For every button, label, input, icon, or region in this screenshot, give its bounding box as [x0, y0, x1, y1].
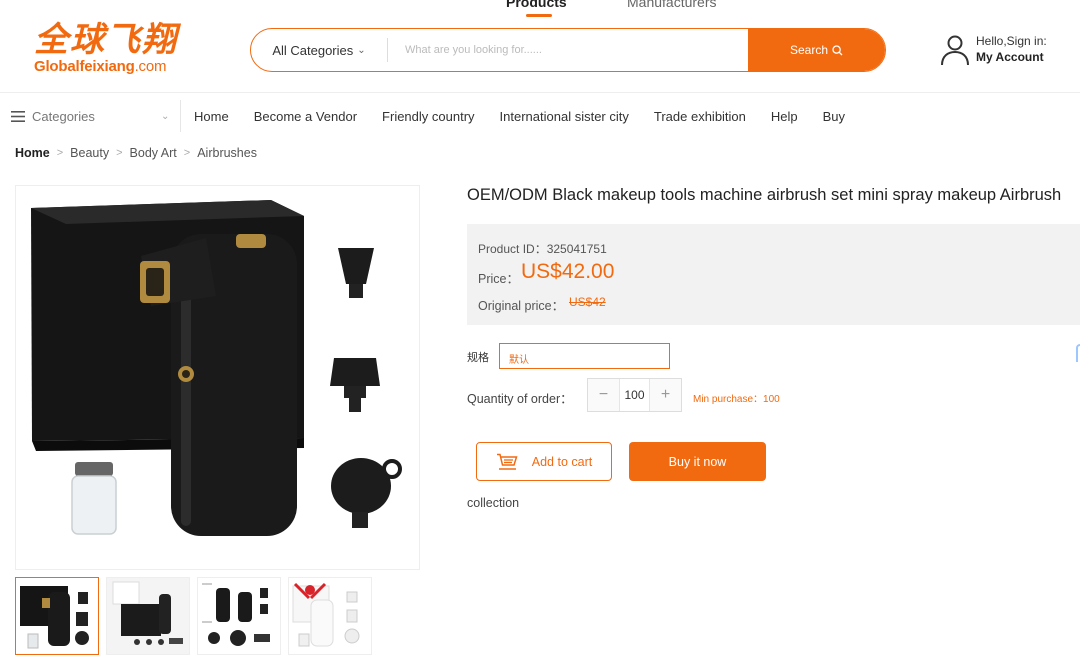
tab-products-label: Products — [506, 0, 567, 10]
search-bar: All Categories ⌄ Search — [250, 28, 886, 72]
search-category-label: All Categories — [272, 42, 354, 58]
buy-now-button[interactable]: Buy it now — [629, 442, 766, 481]
min-purchase-note: Min purchase：100 — [693, 394, 780, 405]
nav-separator — [180, 100, 181, 132]
tab-manufacturers-label: Manufacturers — [627, 0, 717, 10]
buy-now-label: Buy it now — [668, 454, 727, 469]
spec-label: 规格 — [467, 352, 489, 364]
price-value: US$42.00 — [521, 260, 615, 283]
site-logo[interactable]: 全球飞翔 Globalfeixiang.com — [34, 22, 184, 78]
search-button-label: Search — [789, 43, 829, 57]
thumbnail-2-image — [107, 578, 189, 654]
active-tab-indicator — [526, 14, 552, 17]
nav-link-help[interactable]: Help — [771, 109, 798, 124]
account-text: Hello,Sign in: My Account — [976, 34, 1047, 65]
logo-english: Globalfeixiang.com — [34, 59, 184, 75]
original-price-label: Original price： — [478, 299, 565, 313]
chevron-down-icon: ⌄ — [161, 110, 170, 122]
thumbnail-1[interactable] — [15, 577, 99, 655]
logo-chinese: 全球飞翔 — [34, 20, 178, 60]
header-divider — [0, 92, 1080, 93]
top-tabs: Products Manufacturers — [0, 0, 1080, 17]
thumbnail-3-image — [198, 578, 280, 654]
categories-label: Categories — [32, 108, 95, 124]
collection-link[interactable]: collection — [467, 496, 519, 510]
categories-menu[interactable]: Categories ⌄ — [11, 100, 181, 132]
nav-link-buy[interactable]: Buy — [823, 109, 845, 124]
original-price-value: US$42 — [569, 295, 606, 309]
add-to-cart-button[interactable]: Add to cart — [476, 442, 612, 481]
nav-link-sister-city[interactable]: International sister city — [500, 109, 629, 124]
side-widget-edge — [1076, 344, 1080, 362]
quantity-stepper: − + — [587, 378, 682, 412]
nav-link-become-vendor[interactable]: Become a Vendor — [254, 109, 357, 124]
add-to-cart-label: Add to cart — [531, 454, 593, 469]
thumbnail-4-image — [289, 578, 371, 654]
user-icon — [941, 35, 969, 66]
account-greeting: Hello,Sign in: — [976, 34, 1047, 48]
tab-products[interactable]: Products — [506, 0, 567, 17]
chevron-down-icon: ⌄ — [357, 44, 366, 56]
breadcrumb-separator-icon: > — [56, 147, 64, 159]
thumbnail-4[interactable] — [288, 577, 372, 655]
breadcrumb: Home > Beauty > Body Art > Airbrushes — [15, 146, 257, 160]
product-title: OEM/ODM Black makeup tools machine airbr… — [467, 186, 1062, 204]
quantity-label: Quantity of order： — [467, 392, 573, 406]
nav-link-friendly-country[interactable]: Friendly country — [382, 109, 474, 124]
thumbnail-2[interactable] — [106, 577, 190, 655]
search-input[interactable] — [388, 29, 748, 71]
logo-english-domain: .com — [134, 58, 167, 75]
search-button[interactable]: Search — [748, 29, 885, 71]
product-main-image[interactable] — [15, 185, 420, 570]
breadcrumb-separator-icon: > — [116, 147, 123, 159]
tab-manufacturers[interactable]: Manufacturers — [627, 0, 716, 10]
nav-links: Home Become a Vendor Friendly country In… — [194, 100, 870, 132]
breadcrumb-body-art[interactable]: Body Art — [130, 146, 177, 160]
cart-icon — [496, 453, 518, 470]
nav-link-trade-exhibition[interactable]: Trade exhibition — [654, 109, 746, 124]
airbrush-set-illustration — [31, 200, 402, 536]
breadcrumb-beauty[interactable]: Beauty — [70, 146, 109, 160]
menu-icon — [11, 110, 25, 122]
logo-english-main: Globalfeixiang — [34, 58, 135, 75]
price-panel: Product ID：325041751 Price： US$42.00 Ori… — [467, 224, 1080, 325]
thumbnail-strip — [15, 577, 379, 655]
product-id: Product ID：325041751 — [478, 242, 607, 256]
spec-option-default[interactable]: 默认 — [499, 343, 670, 369]
quantity-decrement-button[interactable]: − — [588, 379, 619, 411]
quantity-input[interactable] — [619, 379, 650, 411]
breadcrumb-airbrushes[interactable]: Airbrushes — [197, 146, 257, 160]
account-link[interactable]: Hello,Sign in: My Account — [940, 34, 1047, 66]
search-category-select[interactable]: All Categories ⌄ — [251, 29, 387, 71]
search-icon — [832, 44, 843, 55]
thumbnail-1-image — [20, 586, 89, 649]
main-nav: Categories ⌄ Home Become a Vendor Friend… — [0, 100, 1080, 132]
breadcrumb-separator-icon: > — [183, 147, 191, 159]
nav-link-home[interactable]: Home — [194, 109, 229, 124]
account-label: My Account — [976, 50, 1044, 64]
quantity-increment-button[interactable]: + — [650, 379, 681, 411]
thumbnail-3[interactable] — [197, 577, 281, 655]
price-label: Price： — [478, 272, 519, 286]
breadcrumb-home[interactable]: Home — [15, 146, 50, 160]
